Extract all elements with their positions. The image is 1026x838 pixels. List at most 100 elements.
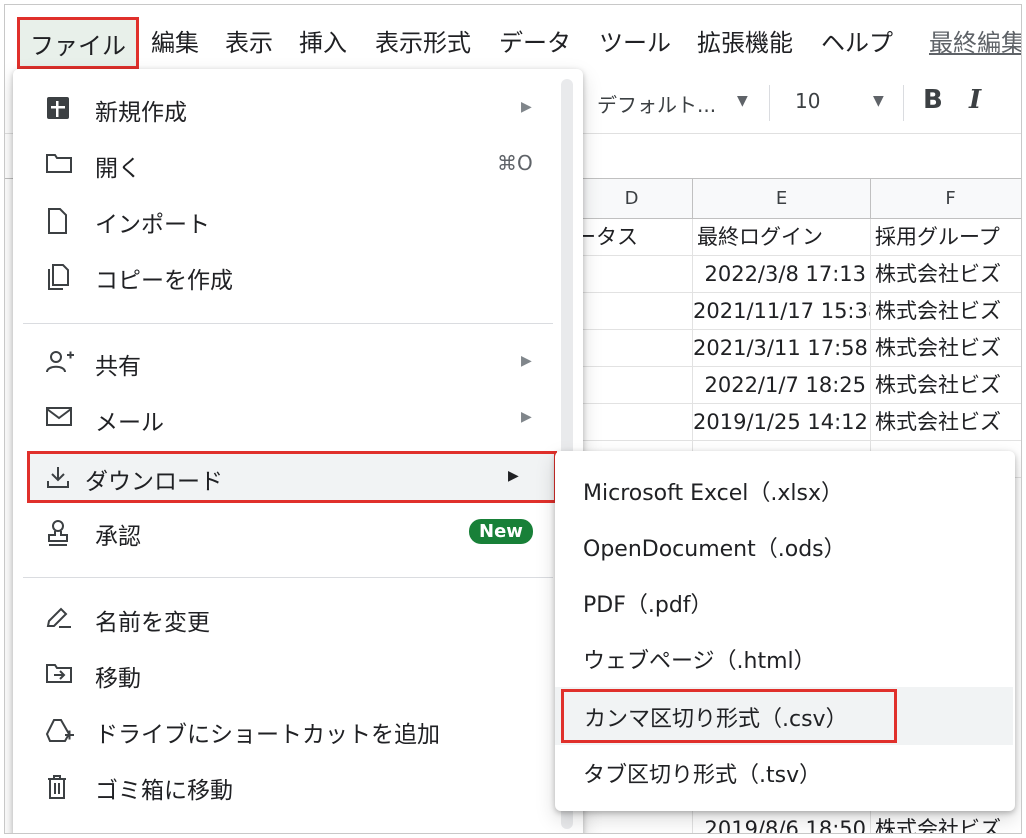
cell-e5[interactable]: 2022/1/7 18:25 [693,367,871,404]
menu-edit[interactable]: 編集 [151,23,199,58]
menu-insert[interactable]: 挿入 [299,23,347,58]
column-header-e[interactable]: E [693,179,871,219]
menu-item-label: インポート [95,212,210,238]
menu-item-move[interactable]: 移動 [23,651,553,699]
font-dropdown-icon[interactable]: ▼ [737,93,748,109]
last-edit-link[interactable]: 最終編集 [929,23,1021,58]
font-size-select[interactable]: 10 [795,89,820,113]
cell-f3[interactable]: 株式会社ビズ [871,293,1021,330]
download-html[interactable]: ウェブページ（.html） [555,631,1015,683]
menu-file[interactable]: ファイル [17,17,139,69]
cell-d6[interactable] [571,404,693,441]
menu-item-label: 開く [95,156,141,182]
cell-e3[interactable]: 2021/11/17 15:38 [693,293,871,330]
menu-help[interactable]: ヘルプ [821,23,893,58]
submenu-arrow-icon: ▶ [521,353,532,369]
menu-item-label: 共有 [95,354,141,380]
shortcut-label: ⌘O [497,151,533,175]
menu-item-label: 移動 [95,666,141,692]
menu-item-share[interactable]: 共有 ▶ [23,339,553,387]
cell-f2[interactable]: 株式会社ビズ [871,256,1021,293]
menu-item-new[interactable]: 新規作成 ▶ [23,85,553,133]
menu-item-approval[interactable]: 承認 New [23,509,553,557]
submenu-arrow-icon: ▶ [508,468,519,484]
cell-d4[interactable] [571,330,693,367]
cell-d2[interactable] [571,256,693,293]
download-xlsx[interactable]: Microsoft Excel（.xlsx） [555,463,1015,515]
menu-item-download[interactable]: ダウンロード ▶ [27,451,557,503]
cell-d5[interactable] [571,367,693,404]
spreadsheet-window: ファイル 編集 表示 挿入 表示形式 データ ツール 拡張機能 ヘルプ 最終編集… [4,4,1022,834]
add-person-icon [45,349,75,377]
new-spreadsheet-icon [45,95,75,123]
cell-d1[interactable]: ータス [571,219,693,256]
cell-d-bottom[interactable] [571,811,693,833]
drive-shortcut-icon [45,717,75,745]
menu-item-label: 承認 [95,524,141,550]
submenu-arrow-icon: ▶ [521,409,532,425]
menu-item-add-shortcut[interactable]: ドライブにショートカットを追加 [23,707,553,755]
submenu-item-label: カンマ区切り形式（.csv） [584,707,848,732]
bold-button[interactable]: B [923,85,943,115]
trash-icon [45,773,75,801]
cell-e6[interactable]: 2019/1/25 14:12 [693,404,871,441]
menu-item-label: 名前を変更 [95,610,210,636]
menu-tools[interactable]: ツール [599,23,671,58]
submenu-item-label: OpenDocument（.ods） [583,537,846,562]
download-pdf[interactable]: PDF（.pdf） [555,575,1015,627]
menu-item-label: コピーを作成 [95,268,233,294]
folder-icon [45,151,75,179]
menu-format[interactable]: 表示形式 [375,23,471,58]
rename-pencil-icon [45,605,75,633]
document-icon [45,207,75,235]
submenu-arrow-icon: ▶ [521,99,532,115]
download-icon [45,464,75,492]
menu-item-copy[interactable]: コピーを作成 [23,253,553,301]
font-family-select[interactable]: デフォルト... [597,89,716,118]
menu-item-trash[interactable]: ゴミ箱に移動 [23,763,553,811]
download-csv[interactable]: カンマ区切り形式（.csv） [561,689,897,743]
menu-divider [23,577,553,578]
menu-extensions[interactable]: 拡張機能 [697,23,793,58]
cell-f6[interactable]: 株式会社ビズ [871,404,1021,441]
submenu-item-label: ウェブページ（.html） [583,649,816,674]
column-header-f[interactable]: F [871,179,1021,219]
cell-e2[interactable]: 2022/3/8 17:13 [693,256,871,293]
cell-f4[interactable]: 株式会社ビズ [871,330,1021,367]
new-badge: New [469,519,533,544]
move-folder-icon [45,661,75,689]
italic-button[interactable]: I [969,85,981,115]
cell-e4[interactable]: 2021/3/11 17:58 [693,330,871,367]
menu-data[interactable]: データ [499,23,571,58]
copy-icon [45,263,75,291]
column-header-d[interactable]: D [571,179,693,219]
toolbar-divider [769,85,770,121]
toolbar-divider [903,85,904,121]
cell-e1[interactable]: 最終ログイン [693,219,871,256]
menu-item-rename[interactable]: 名前を変更 [23,595,553,643]
menu-item-label: 新規作成 [95,100,187,126]
cell-f5[interactable]: 株式会社ビズ [871,367,1021,404]
menu-view[interactable]: 表示 [225,23,273,58]
menu-item-label: メール [95,410,164,436]
cell-e-bottom[interactable]: 2019/8/6 18:50 [693,811,871,833]
menu-item-label: ダウンロード [85,469,223,495]
download-ods[interactable]: OpenDocument（.ods） [555,519,1015,571]
submenu-item-label: タブ区切り形式（.tsv） [583,763,822,788]
cell-f1[interactable]: 採用グループ [871,219,1021,256]
menu-divider [23,323,553,324]
menu-item-open[interactable]: 開く ⌘O [23,141,553,189]
font-size-dropdown-icon[interactable]: ▼ [873,93,884,109]
menu-item-label: ドライブにショートカットを追加 [95,722,440,748]
submenu-item-label: Microsoft Excel（.xlsx） [583,481,843,506]
menu-item-import[interactable]: インポート [23,197,553,245]
menu-item-email[interactable]: メール ▶ [23,395,553,443]
download-tsv[interactable]: タブ区切り形式（.tsv） [555,745,1015,797]
mail-icon [45,405,75,433]
stamp-icon [45,519,75,547]
toolbar: デフォルト... ▼ 10 ▼ B I [565,77,1021,129]
download-submenu: Microsoft Excel（.xlsx） OpenDocument（.ods… [555,451,1015,811]
cell-f-bottom[interactable]: 株式会社ビズ [871,811,1021,833]
cell-d3[interactable] [571,293,693,330]
file-menu-dropdown: 新規作成 ▶ 開く ⌘O インポート コピーを作成 共有 ▶ メール ▶ ダウン… [13,69,583,833]
